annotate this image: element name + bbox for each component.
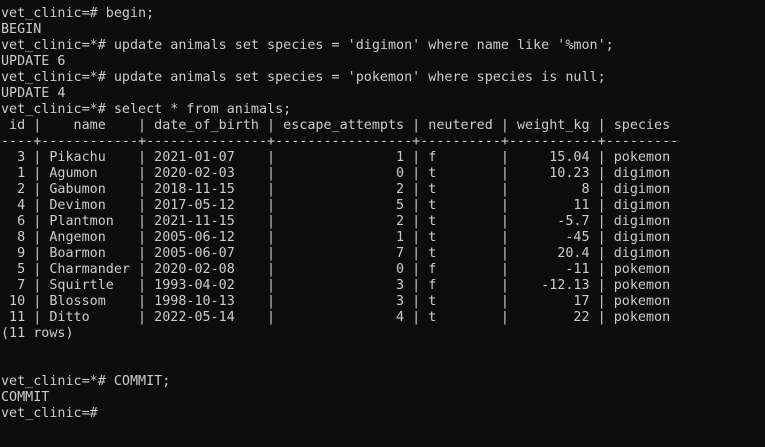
prompt-select: vet_clinic=*# select * from animals; bbox=[1, 102, 292, 117]
table-row: 11 | Ditto | 2022-05-14 | 4 | t | 22 | p… bbox=[1, 310, 671, 325]
table-row: 10 | Blossom | 1998-10-13 | 3 | t | 17 |… bbox=[1, 294, 671, 309]
terminal-window[interactable]: vet_clinic=# begin; BEGIN vet_clinic=*# … bbox=[0, 0, 765, 447]
table-separator: ----+------------+---------------+------… bbox=[1, 134, 679, 149]
table-row: 8 | Angemon | 2005-06-12 | 1 | t | -45 |… bbox=[1, 230, 671, 245]
prompt-begin: vet_clinic=# begin; bbox=[1, 6, 155, 21]
prompt-update-pokemon: vet_clinic=*# update animals set species… bbox=[1, 70, 606, 85]
table-row: 4 | Devimon | 2017-05-12 | 5 | t | 11 | … bbox=[1, 198, 671, 213]
table-header: id | name | date_of_birth | escape_attem… bbox=[1, 118, 671, 133]
row-count: (11 rows) bbox=[1, 326, 74, 341]
table-row: 1 | Agumon | 2020-02-03 | 0 | t | 10.23 … bbox=[1, 166, 671, 181]
table-row: 9 | Boarmon | 2005-06-07 | 7 | t | 20.4 … bbox=[1, 246, 671, 261]
output-update-6: UPDATE 6 bbox=[1, 54, 66, 69]
prompt-update-digimon: vet_clinic=*# update animals set species… bbox=[1, 38, 614, 53]
output-commit: COMMIT bbox=[1, 390, 50, 405]
table-row: 3 | Pikachu | 2021-01-07 | 1 | f | 15.04… bbox=[1, 150, 671, 165]
prompt-commit: vet_clinic=*# COMMIT; bbox=[1, 374, 171, 389]
table-row: 7 | Squirtle | 1993-04-02 | 3 | f | -12.… bbox=[1, 278, 671, 293]
current-prompt[interactable]: vet_clinic=# bbox=[1, 406, 765, 422]
table-row: 2 | Gabumon | 2018-11-15 | 2 | t | 8 | d… bbox=[1, 182, 671, 197]
output-begin: BEGIN bbox=[1, 22, 42, 37]
output-update-4: UPDATE 4 bbox=[1, 86, 66, 101]
table-row: 6 | Plantmon | 2021-11-15 | 2 | t | -5.7… bbox=[1, 214, 671, 229]
table-row: 5 | Charmander | 2020-02-08 | 0 | f | -1… bbox=[1, 262, 671, 277]
